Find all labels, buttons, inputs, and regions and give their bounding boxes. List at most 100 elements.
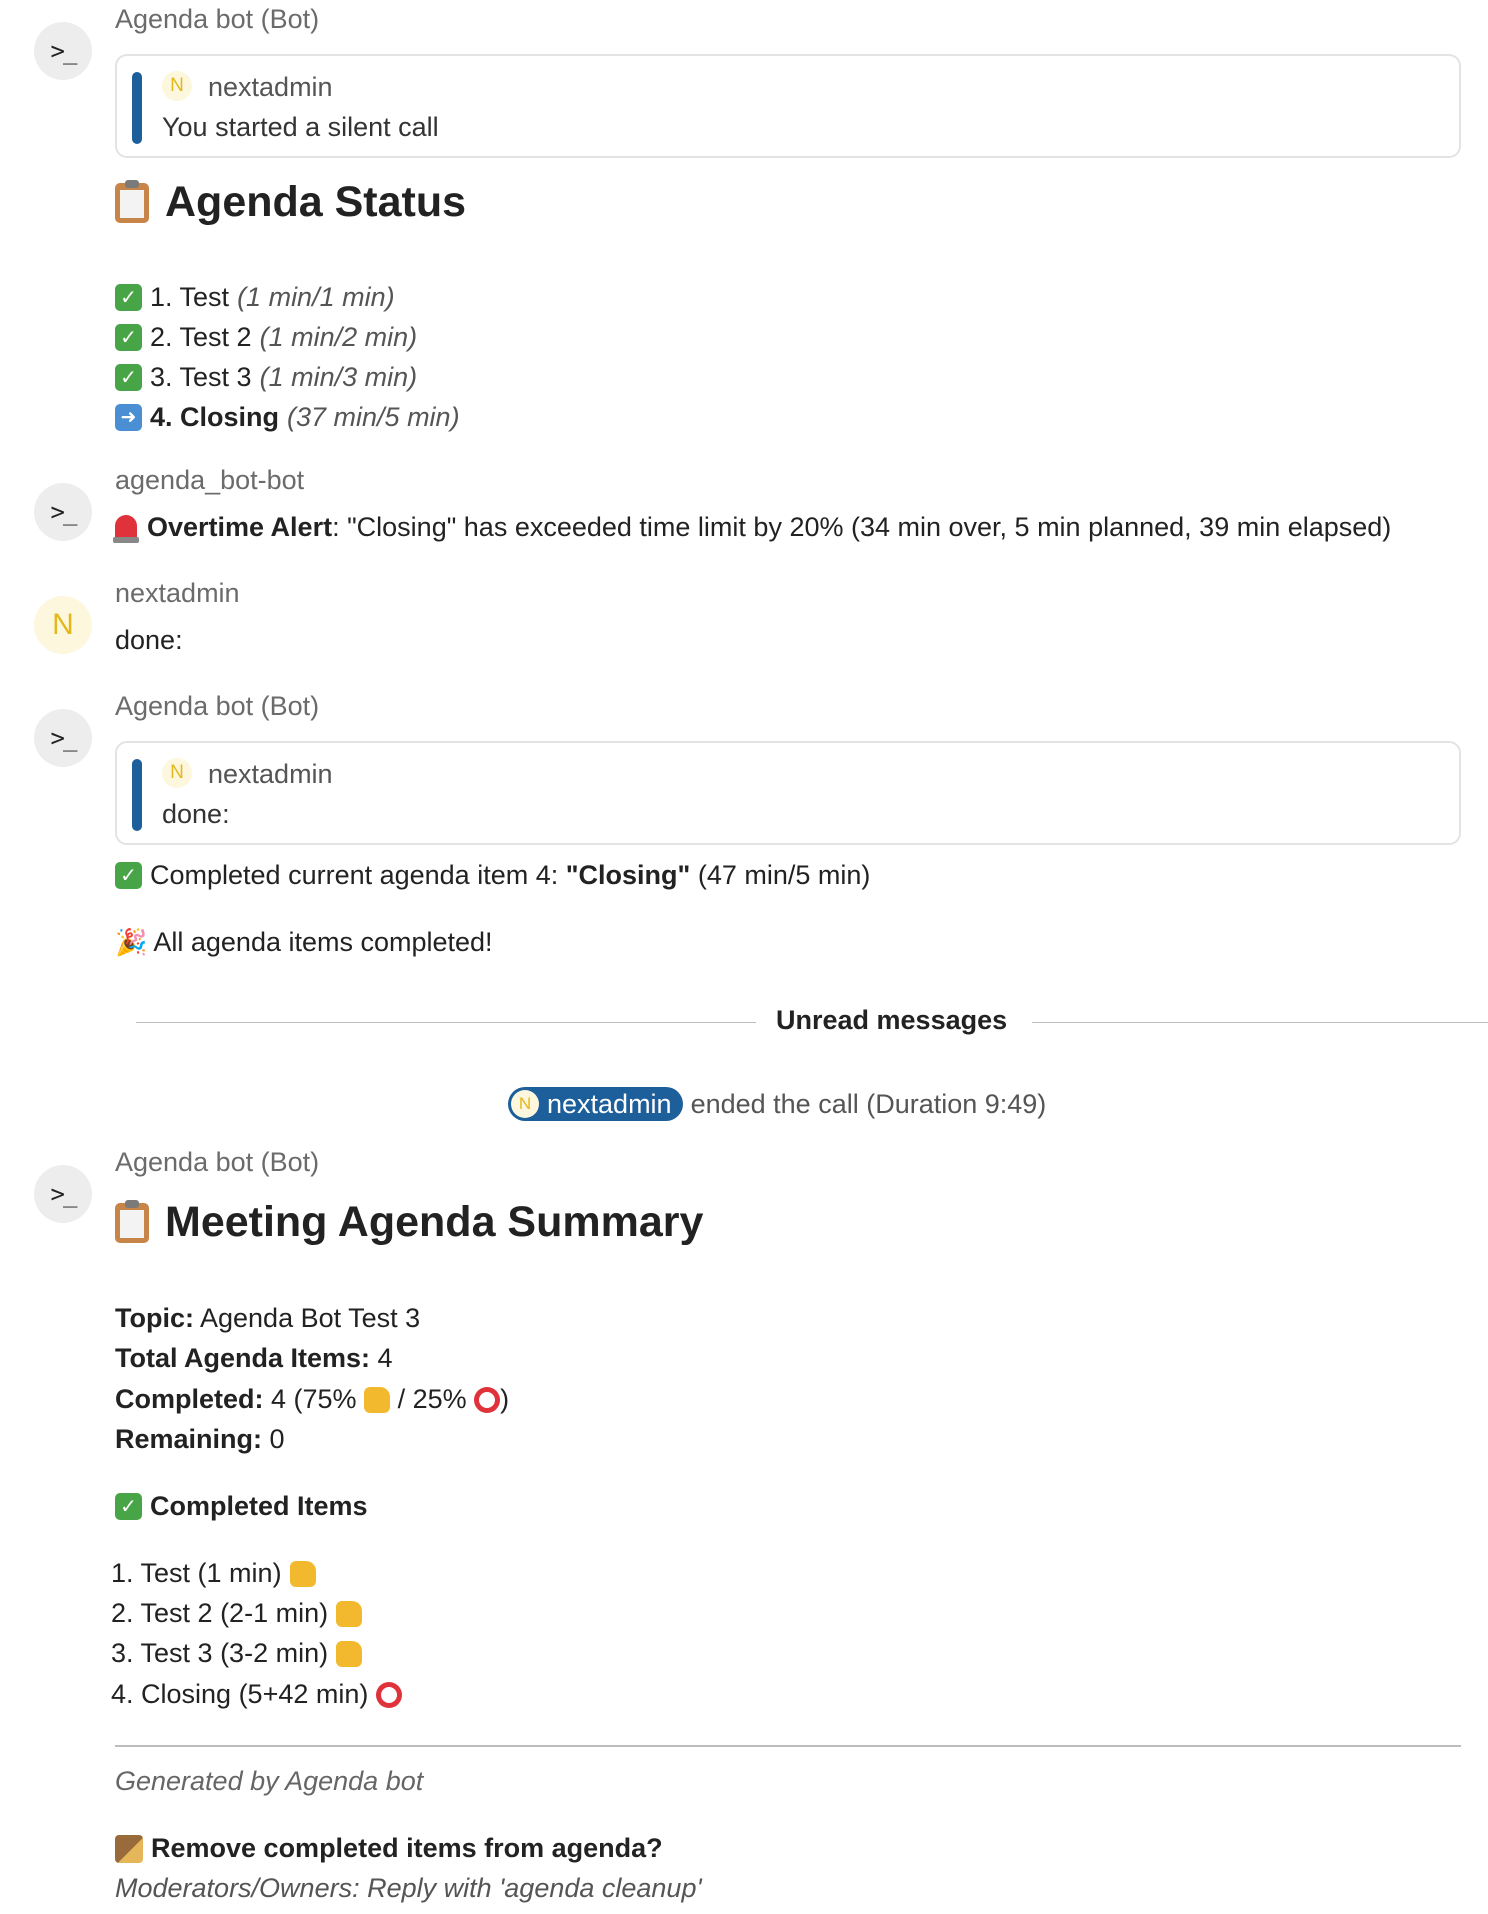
- agenda-item-time: (1 min/2 min): [259, 322, 418, 352]
- alarm-clock-icon: [376, 1681, 403, 1708]
- summary-total: Total Agenda Items: 4: [115, 1343, 393, 1374]
- agenda-item: ✓ 3. Test 3 (1 min/3 min): [115, 362, 417, 393]
- thumbs-up-icon: [336, 1600, 363, 1627]
- alert-text: : "Closing" has exceeded time limit by 2…: [332, 512, 1392, 542]
- field-value: 4 (75%: [263, 1384, 365, 1414]
- message-text: done:: [115, 625, 183, 655]
- mention-avatar: N: [511, 1090, 539, 1118]
- clipboard-icon: [115, 179, 149, 223]
- system-message: N nextadmin ended the call (Duration 9:4…: [508, 1087, 1046, 1121]
- list-item-text: 1. Test (1 min): [111, 1558, 282, 1588]
- completed-suffix: (47 min/5 min): [690, 860, 871, 890]
- agenda-status-heading: Agenda Status: [115, 178, 466, 227]
- agenda-item-time: (1 min/3 min): [259, 362, 418, 392]
- heading-text: Completed Items: [150, 1491, 368, 1521]
- quote-bar: [132, 759, 142, 831]
- quote-avatar: N: [162, 71, 192, 101]
- list-item-text: 4. Closing (5+42 min): [111, 1679, 369, 1709]
- thumbs-up-icon: [336, 1640, 363, 1667]
- user-avatar[interactable]: N: [34, 596, 92, 654]
- quote-author: nextadmin: [208, 759, 333, 789]
- field-value: 0: [262, 1424, 285, 1454]
- quote-avatar: N: [162, 758, 192, 788]
- agenda-item: ✓ 2. Test 2 (1 min/2 min): [115, 322, 417, 353]
- summary-remaining: Remaining: 0: [115, 1424, 285, 1455]
- check-mark-icon: ✓: [115, 862, 142, 889]
- completed-item-name: "Closing": [565, 860, 691, 890]
- all-done-message: 🎉 All agenda items completed!: [115, 927, 493, 958]
- user-mention[interactable]: N nextadmin: [508, 1087, 683, 1121]
- completed-prefix: Completed current agenda item 4:: [150, 860, 566, 890]
- field-value: / 25%: [390, 1384, 475, 1414]
- check-mark-icon: ✓: [115, 324, 142, 351]
- thumbs-up-icon: [364, 1386, 391, 1413]
- thumbs-up-icon: [289, 1560, 316, 1587]
- generated-by: Generated by Agenda bot: [115, 1766, 424, 1796]
- list-item: 2. Test 2 (2-1 min): [111, 1598, 363, 1629]
- list-item-text: 2. Test 2 (2-1 min): [111, 1598, 329, 1628]
- agenda-item-label: 4. Closing: [150, 402, 280, 432]
- field-value: ): [500, 1384, 510, 1414]
- bot-avatar[interactable]: >_: [34, 1165, 92, 1223]
- completed-item-message: ✓ Completed current agenda item 4: "Clos…: [115, 860, 870, 891]
- field-label: Total Agenda Items:: [115, 1343, 371, 1373]
- field-label: Completed:: [115, 1384, 264, 1414]
- message-author[interactable]: nextadmin: [115, 578, 240, 609]
- list-item: 3. Test 3 (3-2 min): [111, 1638, 363, 1669]
- bot-avatar[interactable]: >_: [34, 483, 92, 541]
- agenda-item-time: (1 min/1 min): [237, 282, 395, 312]
- bot-avatar[interactable]: >_: [34, 22, 92, 80]
- check-mark-icon: ✓: [115, 364, 142, 391]
- mention-name: nextadmin: [547, 1088, 672, 1119]
- quote-text: done:: [162, 799, 230, 829]
- agenda-item-label: 1. Test: [150, 282, 230, 312]
- check-mark-icon: ✓: [115, 284, 142, 311]
- separator: [115, 1745, 1461, 1747]
- field-value: Agenda Bot Test 3: [193, 1303, 421, 1333]
- siren-icon: [113, 514, 139, 543]
- list-item-text: 3. Test 3 (3-2 min): [111, 1638, 329, 1668]
- summary-topic: Topic: Agenda Bot Test 3: [115, 1303, 420, 1334]
- agenda-item-label: 3. Test 3: [150, 362, 252, 392]
- list-item: 1. Test (1 min): [111, 1558, 316, 1589]
- summary-completed: Completed: 4 (75% / 25% ): [115, 1384, 509, 1415]
- message-author[interactable]: Agenda bot (Bot): [115, 691, 319, 722]
- all-done-text: All agenda items completed!: [153, 927, 493, 957]
- clipboard-icon: [115, 1199, 149, 1243]
- agenda-item-current: ➜ 4. Closing (37 min/5 min): [115, 402, 460, 433]
- broom-icon: [115, 1834, 143, 1863]
- overtime-alert: Overtime Alert : "Closing" has exceeded …: [113, 512, 1392, 543]
- message-author[interactable]: Agenda bot (Bot): [115, 1147, 319, 1178]
- cleanup-hint: Moderators/Owners: Reply with 'agenda cl…: [115, 1873, 702, 1903]
- quote-author: nextadmin: [208, 72, 333, 102]
- summary-heading: Meeting Agenda Summary: [115, 1198, 703, 1247]
- system-text: ended the call (Duration 9:49): [690, 1088, 1047, 1119]
- unread-divider-label: Unread messages: [776, 1005, 1008, 1035]
- message-author[interactable]: agenda_bot-bot: [115, 465, 304, 496]
- bot-avatar[interactable]: >_: [34, 709, 92, 767]
- quoted-message[interactable]: N nextadmin You started a silent call: [115, 54, 1461, 158]
- list-item: 4. Closing (5+42 min): [111, 1679, 403, 1710]
- field-label: Topic:: [115, 1303, 194, 1333]
- quoted-message[interactable]: N nextadmin done:: [115, 741, 1461, 845]
- divider-line: [1032, 1022, 1488, 1023]
- alarm-clock-icon: [474, 1386, 501, 1413]
- party-popper-icon: 🎉: [115, 927, 148, 957]
- divider-line: [136, 1022, 756, 1023]
- cleanup-title-text: Remove completed items from agenda?: [151, 1833, 663, 1863]
- completed-items-heading: ✓ Completed Items: [115, 1491, 368, 1522]
- heading-text: Agenda Status: [165, 178, 467, 226]
- check-mark-icon: ✓: [115, 1493, 142, 1520]
- agenda-item: ✓ 1. Test (1 min/1 min): [115, 282, 395, 313]
- quote-bar: [132, 72, 142, 144]
- agenda-item-label: 2. Test 2: [150, 322, 252, 352]
- message-author[interactable]: Agenda bot (Bot): [115, 4, 319, 35]
- heading-text: Meeting Agenda Summary: [165, 1198, 704, 1246]
- agenda-item-time: (37 min/5 min): [287, 402, 460, 432]
- quote-text: You started a silent call: [162, 112, 439, 142]
- field-label: Remaining:: [115, 1424, 263, 1454]
- alert-label: Overtime Alert: [147, 512, 333, 542]
- cleanup-title: Remove completed items from agenda?: [115, 1833, 663, 1864]
- right-arrow-icon: ➜: [115, 404, 142, 431]
- field-value: 4: [370, 1343, 393, 1373]
